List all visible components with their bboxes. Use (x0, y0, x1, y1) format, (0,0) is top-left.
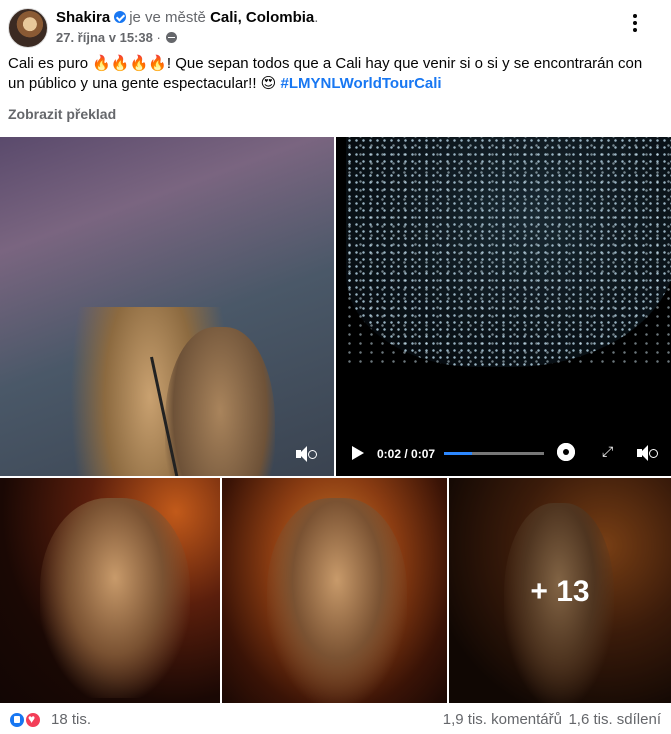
more-photos-count: + 13 (530, 575, 590, 608)
globe-icon[interactable] (166, 32, 178, 43)
location-link[interactable]: Cali, Colombia (210, 9, 314, 26)
reaction-count[interactable]: 18 tis. (51, 711, 91, 728)
video-controls: 0:02 / 0:07 ⤢ (336, 432, 671, 476)
photo-figure (40, 498, 190, 698)
volume-muted-icon[interactable] (296, 445, 317, 463)
photo-dancer-hair-up[interactable] (0, 478, 220, 703)
photo-more[interactable]: + 13 (449, 478, 671, 703)
video-time: 0:02 / 0:07 (377, 447, 436, 461)
comment-count[interactable]: 1,9 tis. komentářů (443, 711, 562, 728)
love-reaction-icon[interactable] (24, 711, 42, 729)
fullscreen-icon[interactable]: ⤢ (602, 444, 616, 458)
photo-hair (165, 327, 275, 476)
settings-icon[interactable] (557, 443, 575, 461)
author-avatar[interactable] (8, 8, 48, 48)
video-progress-fill (444, 452, 472, 455)
author-line: Shakira je ve městě Cali, Colombia. (56, 9, 318, 27)
more-options-icon[interactable] (625, 14, 645, 34)
share-count[interactable]: 1,6 tis. sdílení (568, 711, 661, 728)
date-separator: · (156, 30, 161, 45)
post-footer: 18 tis. 1,9 tis. komentářů 1,6 tis. sdíl… (0, 703, 671, 734)
photo-figure (267, 498, 407, 703)
verified-icon (114, 11, 127, 23)
video-crowd[interactable]: 0:02 / 0:07 ⤢ (336, 137, 671, 476)
photo-dancer-back[interactable] (222, 478, 447, 703)
translate-link[interactable]: Zobrazit překlad (8, 106, 116, 122)
location-prefix: je ve městě (129, 9, 206, 26)
video-progress-bar[interactable] (444, 452, 544, 455)
photo-singer-mic[interactable] (0, 137, 334, 476)
crowd-lights-overlay (341, 137, 671, 367)
hashtag-link[interactable]: #LMYNLWorldTourCali (280, 75, 441, 92)
post-meta: 27. října v 15:38 · (56, 30, 178, 46)
play-icon[interactable] (352, 446, 364, 460)
location-suffix: . (314, 9, 319, 26)
post-date[interactable]: 27. října v 15:38 (56, 30, 153, 45)
post-header: Shakira je ve městě Cali, Colombia. 27. ř… (0, 0, 671, 52)
volume-muted-icon[interactable] (637, 444, 658, 462)
author-name[interactable]: Shakira (56, 9, 110, 26)
post-text: Cali es puro 🔥🔥🔥🔥! Que sepan todos que a… (8, 54, 658, 94)
